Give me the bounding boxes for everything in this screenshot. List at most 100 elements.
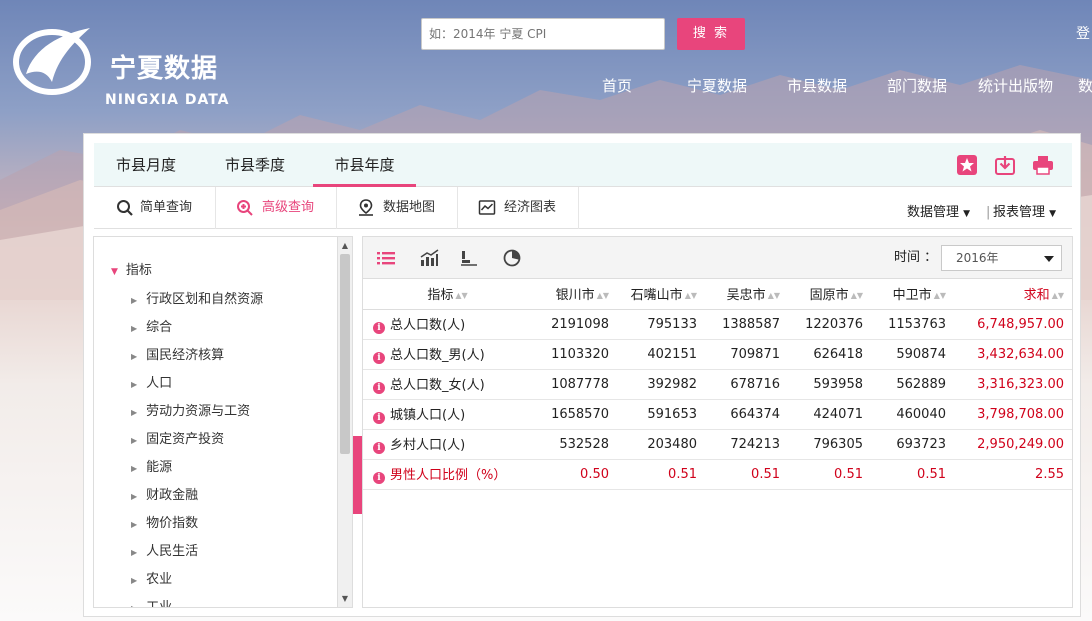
scroll-up-arrow-icon[interactable]: ▲ — [340, 240, 350, 252]
info-icon[interactable]: i — [373, 472, 385, 484]
nav-department-data[interactable]: 部门数据 — [887, 76, 947, 96]
report-management-dropdown[interactable]: 报表管理 ▼ — [993, 205, 1056, 222]
indicator-cell[interactable]: i 城镇人口(人) — [363, 399, 540, 430]
sort-icon[interactable]: ▲▼ — [597, 291, 609, 300]
line-chart-icon[interactable] — [419, 249, 439, 267]
tree-item-label: 能源 — [146, 460, 173, 475]
table-cell: 1153763 — [871, 309, 954, 340]
indicator-cell[interactable]: i 总人口数_男(人) — [363, 339, 540, 370]
nav-city-data[interactable]: 市县数据 — [787, 76, 847, 96]
pie-chart-icon[interactable] — [502, 249, 522, 267]
collapsed-arrow-icon: ▶ — [131, 408, 138, 417]
time-select[interactable]: 2016年 — [941, 245, 1062, 271]
tree-item[interactable]: ▶ 财政金融 — [131, 488, 198, 505]
data-map-button[interactable]: 数据地图 — [337, 187, 458, 229]
nav-ningxia-data[interactable]: 宁夏数据 — [687, 76, 747, 96]
column-header[interactable]: 石嘴山市 ▲▼ — [617, 279, 705, 310]
column-header[interactable]: 固原市 ▲▼ — [788, 279, 871, 310]
info-icon[interactable]: i — [373, 352, 385, 364]
tree-item[interactable]: ▶ 劳动力资源与工资 — [131, 404, 250, 421]
tab-monthly[interactable]: 市县月度 — [104, 143, 188, 187]
collapsed-arrow-icon: ▶ — [131, 492, 138, 501]
data-management-dropdown[interactable]: 数据管理 ▼ — [907, 205, 970, 222]
table-cell: 424071 — [788, 399, 871, 430]
tree-scrollbar-thumb[interactable] — [340, 254, 350, 454]
column-header[interactable]: 吴忠市 ▲▼ — [705, 279, 788, 310]
tree-item[interactable]: ▶ 物价指数 — [131, 516, 198, 533]
indicator-tree: ▼ 指标 ▶ 行政区划和自然资源 ▶ 综合 ▶ 国民经济核算 ▶ 人口 ▶ 劳动力资源与工资… — [93, 236, 353, 608]
tree-item[interactable]: ▶ 农业 — [131, 572, 172, 589]
search-button[interactable]: 搜 索 — [677, 18, 745, 50]
print-icon[interactable] — [1032, 154, 1054, 176]
tree-item[interactable]: ▶ 人民生活 — [131, 544, 198, 561]
table-cell: 709871 — [705, 339, 788, 370]
tree-item[interactable]: ▶ 国民经济核算 — [131, 348, 224, 365]
star-icon[interactable] — [956, 154, 978, 176]
site-header: 宁夏数据 NINGXIA DATA 搜 索 登 首页 宁夏数据 市县数据 部门数… — [0, 0, 1092, 130]
search-input[interactable] — [421, 18, 665, 50]
sort-icon[interactable]: ▲▼ — [1052, 291, 1064, 300]
tree-item[interactable]: ▶ 行政区划和自然资源 — [131, 292, 263, 309]
logo-mark-icon — [13, 28, 91, 95]
nav-publications[interactable]: 统计出版物 — [978, 76, 1053, 96]
indicator-cell[interactable]: i 乡村人口(人) — [363, 429, 540, 460]
tree-item[interactable]: ▶ 人口 — [131, 376, 172, 393]
table-cell: 562889 — [871, 369, 954, 400]
caret-down-icon: ▼ — [963, 209, 971, 219]
map-pin-icon — [359, 199, 373, 216]
collapsed-arrow-icon: ▶ — [131, 576, 138, 585]
tree-item[interactable]: ▶ 综合 — [131, 320, 172, 337]
sum-cell: 2.55 — [954, 459, 1072, 490]
info-icon[interactable]: i — [373, 382, 385, 394]
column-header-label: 求和 — [1023, 288, 1050, 304]
bar-chart-icon[interactable] — [460, 249, 480, 267]
sort-icon[interactable]: ▲▼ — [768, 291, 780, 300]
time-label-colon: ： — [924, 250, 938, 265]
sort-icon[interactable]: ▲▼ — [685, 291, 697, 300]
column-header[interactable]: 银川市 ▲▼ — [540, 279, 617, 310]
panel-splitter[interactable] — [353, 436, 362, 514]
sort-icon[interactable]: ▲▼ — [851, 291, 863, 300]
sort-icon[interactable]: ▲▼ — [934, 291, 946, 300]
info-icon[interactable]: i — [373, 322, 385, 334]
tab-yearly[interactable]: 市县年度 — [313, 143, 416, 187]
nav-home[interactable]: 首页 — [602, 76, 632, 96]
collapsed-arrow-icon: ▶ — [131, 436, 138, 445]
indicator-cell[interactable]: i 总人口数_女(人) — [363, 369, 540, 400]
tree-item[interactable]: ▶ 能源 — [131, 460, 172, 477]
table-cell: 693723 — [871, 429, 954, 460]
info-icon[interactable]: i — [373, 412, 385, 424]
tree-item-label: 工业 — [146, 600, 173, 608]
indicator-name: 总人口数_女(人) — [390, 378, 485, 393]
tree-root[interactable]: ▼ 指标 — [111, 263, 152, 280]
column-header[interactable]: 指标 ▲▼ — [363, 279, 540, 310]
advanced-query-button[interactable]: 高级查询 — [216, 187, 337, 229]
indicator-cell[interactable]: i 总人口数(人) — [363, 309, 540, 340]
column-header-sum[interactable]: 求和 ▲▼ — [954, 279, 1072, 310]
login-link[interactable]: 登 — [1076, 25, 1090, 43]
economic-chart-button[interactable]: 经济图表 — [458, 187, 579, 229]
scroll-down-arrow-icon[interactable]: ▼ — [340, 593, 350, 605]
download-icon[interactable] — [994, 154, 1016, 176]
tree-item[interactable]: ▶ 工业 — [131, 600, 173, 608]
table-cell: 460040 — [871, 399, 954, 430]
nav-more[interactable]: 数 — [1078, 76, 1092, 96]
caret-down-icon: ▼ — [1049, 209, 1057, 219]
tree-item-label: 行政区划和自然资源 — [146, 292, 264, 307]
tree-item[interactable]: ▶ 固定资产投资 — [131, 432, 224, 449]
caret-down-icon — [1044, 256, 1054, 262]
info-icon[interactable]: i — [373, 442, 385, 454]
tree-item-label: 国民经济核算 — [146, 348, 225, 363]
indicator-cell[interactable]: i 男性人口比例（%） — [363, 459, 540, 490]
data-management-label: 数据管理 — [907, 205, 960, 220]
column-header[interactable]: 中卫市 ▲▼ — [871, 279, 954, 310]
search-icon — [117, 200, 133, 216]
list-icon[interactable] — [376, 249, 396, 267]
logo[interactable]: 宁夏数据 NINGXIA DATA — [12, 18, 242, 108]
indicator-name: 总人口数_男(人) — [390, 348, 485, 363]
table-cell: 664374 — [705, 399, 788, 430]
sum-cell: 3,432,634.00 — [954, 339, 1072, 370]
simple-query-button[interactable]: 简单查询 — [94, 187, 216, 229]
sort-icon[interactable]: ▲▼ — [455, 291, 467, 300]
tab-quarterly[interactable]: 市县季度 — [213, 143, 297, 187]
